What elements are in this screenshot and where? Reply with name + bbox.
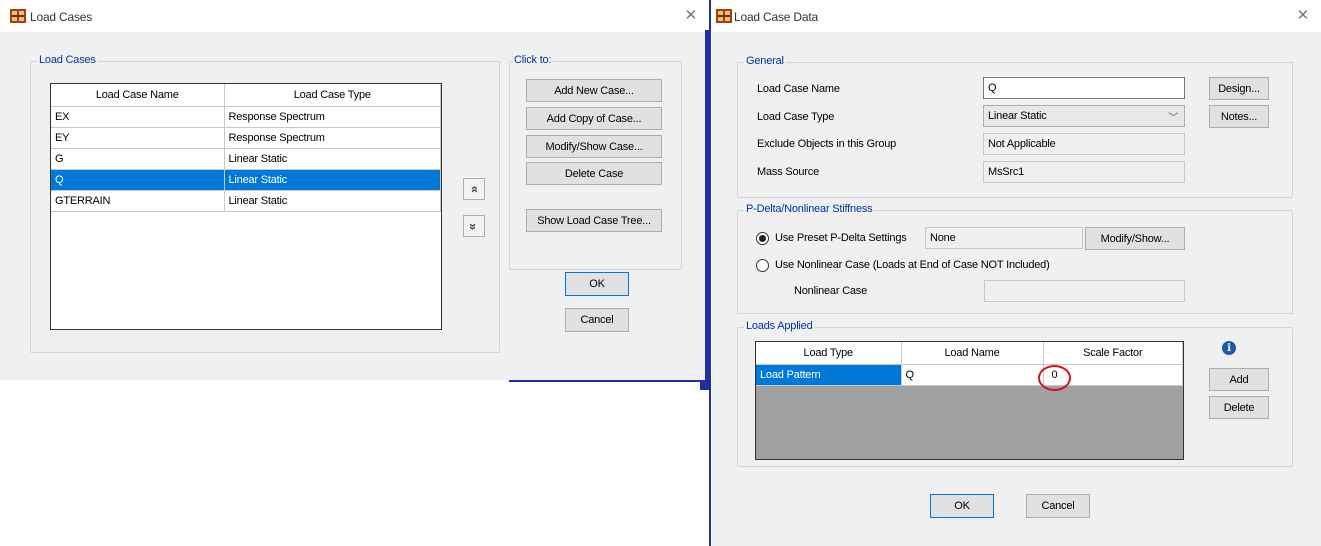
nonlinear-case-radio[interactable] — [756, 259, 769, 272]
case-name-cell[interactable]: Q — [51, 169, 225, 191]
mass-source-field: MsSrc1 — [983, 161, 1185, 183]
design-button[interactable]: Design... — [1209, 77, 1269, 100]
ok-button[interactable]: OK — [930, 494, 994, 518]
load-case-type-value: Linear Static — [988, 110, 1047, 122]
load-cases-table: Load Case Name Load Case Type EX Respons… — [50, 83, 442, 330]
load-name-cell[interactable]: Q — [901, 364, 1044, 386]
column-header[interactable]: Scale Factor — [1043, 342, 1183, 365]
load-cases-window: Load Cases ✕ Load Cases Load Case Name L… — [0, 0, 705, 380]
group-title: General — [744, 55, 786, 67]
close-icon[interactable]: ✕ — [1297, 6, 1310, 24]
preset-pdelta-label: Use Preset P-Delta Settings — [775, 232, 907, 244]
add-new-case-button[interactable]: Add New Case... — [526, 79, 662, 102]
notes-button[interactable]: Notes... — [1209, 105, 1269, 128]
case-name-cell[interactable]: EX — [51, 106, 225, 128]
nonlinear-case-field — [984, 280, 1185, 302]
case-type-cell[interactable]: Linear Static — [224, 190, 441, 212]
load-case-type-select[interactable]: Linear Static ﹀ — [983, 105, 1185, 127]
modify-show-case-button[interactable]: Modify/Show Case... — [526, 135, 662, 158]
nonlinear-case-option-label: Use Nonlinear Case (Loads at End of Case… — [775, 259, 1050, 271]
info-icon[interactable]: i — [1222, 341, 1236, 355]
exclude-objects-field: Not Applicable — [983, 133, 1185, 155]
table-row[interactable]: GTERRAIN Linear Static — [51, 190, 441, 212]
loads-applied-table: Load Type Load Name Scale Factor Load Pa… — [755, 341, 1184, 460]
column-header[interactable]: Load Case Name — [51, 84, 225, 107]
load-type-cell[interactable]: Load Pattern — [756, 364, 902, 386]
table-row[interactable]: Load Pattern Q 0 — [756, 364, 1183, 386]
load-case-name-input[interactable]: Q — [983, 77, 1185, 99]
window-title: Load Case Data — [734, 10, 818, 24]
title-bar: Load Case Data ✕ — [712, 0, 1321, 32]
table-row[interactable]: EY Response Spectrum — [51, 127, 441, 149]
delete-case-button[interactable]: Delete Case — [526, 162, 662, 185]
load-case-name-label: Load Case Name — [757, 83, 840, 95]
move-down-button[interactable]: » — [463, 215, 485, 237]
chevron-down-icon: ﹀ — [1168, 113, 1178, 124]
column-header[interactable]: Load Type — [756, 342, 902, 365]
case-type-cell[interactable]: Linear Static — [224, 169, 441, 191]
highlight-circle — [1038, 365, 1071, 391]
group-title: Click to: — [512, 54, 554, 66]
delete-button[interactable]: Delete — [1209, 396, 1269, 419]
table-row[interactable]: G Linear Static — [51, 148, 441, 170]
double-chevron-down-icon: » — [466, 222, 482, 230]
table-row-selected[interactable]: Q Linear Static — [51, 169, 441, 191]
case-type-cell[interactable]: Response Spectrum — [224, 106, 441, 128]
app-icon — [716, 9, 732, 23]
exclude-objects-label: Exclude Objects in this Group — [757, 138, 897, 150]
case-type-cell[interactable]: Response Spectrum — [224, 127, 441, 149]
column-header[interactable]: Load Case Type — [224, 84, 441, 107]
modify-show-button[interactable]: Modify/Show... — [1085, 227, 1185, 250]
mass-source-label: Mass Source — [757, 166, 819, 178]
load-case-type-label: Load Case Type — [757, 111, 835, 123]
window-body: Load Cases Load Case Name Load Case Type… — [0, 32, 705, 380]
group-title: P-Delta/Nonlinear Stiffness — [744, 203, 875, 215]
title-bar: Load Cases ✕ — [0, 0, 705, 32]
show-load-case-tree-button[interactable]: Show Load Case Tree... — [526, 209, 662, 232]
close-icon[interactable]: ✕ — [685, 6, 698, 24]
move-up-button[interactable]: » — [463, 178, 485, 200]
cancel-button[interactable]: Cancel — [565, 308, 629, 332]
nonlinear-case-label: Nonlinear Case — [794, 285, 868, 297]
add-copy-case-button[interactable]: Add Copy of Case... — [526, 107, 662, 130]
case-type-cell[interactable]: Linear Static — [224, 148, 441, 170]
case-name-cell[interactable]: EY — [51, 127, 225, 149]
group-title: Load Cases — [37, 54, 98, 66]
double-chevron-up-icon: » — [466, 185, 482, 193]
case-name-cell[interactable]: GTERRAIN — [51, 190, 225, 212]
add-button[interactable]: Add — [1209, 368, 1269, 391]
window-title: Load Cases — [30, 10, 93, 24]
preset-pdelta-value: None — [925, 227, 1083, 249]
background-line — [509, 380, 709, 382]
case-name-cell[interactable]: G — [51, 148, 225, 170]
ok-button[interactable]: OK — [565, 272, 629, 296]
window-body: General Load Case Name Q Load Case Type … — [712, 32, 1321, 546]
column-header[interactable]: Load Name — [901, 342, 1044, 365]
preset-pdelta-radio[interactable] — [756, 232, 769, 245]
app-icon — [10, 9, 26, 23]
load-case-data-window: Load Case Data ✕ General Load Case Name … — [712, 0, 1321, 546]
table-row[interactable]: EX Response Spectrum — [51, 106, 441, 128]
group-title: Loads Applied — [744, 320, 815, 332]
cancel-button[interactable]: Cancel — [1026, 494, 1090, 518]
